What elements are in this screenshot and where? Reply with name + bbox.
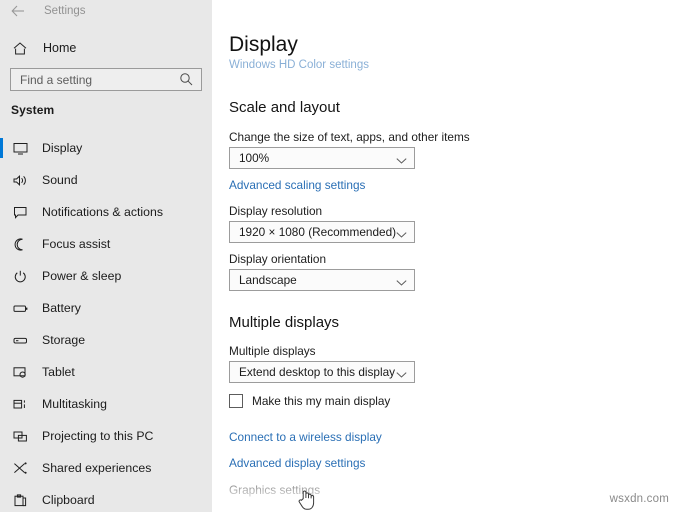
chevron-down-icon [396,152,407,170]
display-resolution-label: Display resolution [229,204,322,218]
display-resolution-value: 1920 × 1080 (Recommended) [239,225,396,239]
sidebar-item-clipboard[interactable]: Clipboard [0,484,212,512]
sidebar-item-display-label: Display [42,141,82,155]
display-orientation-value: Landscape [239,273,297,287]
sidebar-section-label: System [11,103,54,117]
chevron-down-icon [396,366,407,384]
sidebar-item-projecting-label: Projecting to this PC [42,429,153,443]
advanced-scaling-settings-link[interactable]: Advanced scaling settings [229,178,365,192]
sidebar-item-shared-experiences[interactable]: Shared experiences [0,452,212,484]
sidebar-item-display[interactable]: Display [0,132,212,164]
monitor-icon [11,142,29,155]
speaker-icon [11,174,29,187]
back-arrow-icon[interactable] [10,3,26,19]
scroll-fade-top [212,0,680,18]
power-icon [11,270,29,283]
search-input[interactable] [20,73,170,87]
main-content: Display Windows HD Color settings Scale … [212,0,680,512]
battery-icon [11,302,29,315]
sidebar-item-multitasking-label: Multitasking [42,397,107,411]
sidebar-item-multitasking[interactable]: Multitasking [0,388,212,420]
search-box[interactable] [10,68,202,91]
multitasking-icon [11,398,29,411]
sidebar-item-notifications[interactable]: Notifications & actions [0,196,212,228]
display-orientation-label: Display orientation [229,252,326,266]
display-orientation-dropdown[interactable]: Landscape [229,269,415,291]
page-title: Display [229,33,298,57]
tablet-icon [11,366,29,379]
storage-icon [11,334,29,347]
scale-dropdown-value: 100% [239,151,269,165]
advanced-display-settings-link[interactable]: Advanced display settings [229,456,365,470]
multiple-displays-value: Extend desktop to this display [239,365,395,379]
scale-and-layout-heading: Scale and layout [229,99,340,116]
chevron-down-icon [396,274,407,292]
sidebar-item-focus-assist-label: Focus assist [42,237,110,251]
chevron-down-icon [396,226,407,244]
window-title: Settings [44,5,86,17]
sidebar-item-sound-label: Sound [42,173,78,187]
graphics-settings-link[interactable]: Graphics settings [229,483,320,497]
scale-size-label: Change the size of text, apps, and other… [229,130,470,144]
sidebar-item-clipboard-label: Clipboard [42,493,95,507]
sidebar-item-power-sleep-label: Power & sleep [42,269,121,283]
sidebar-item-battery-label: Battery [42,301,81,315]
main-display-checkbox-label: Make this my main display [252,394,390,408]
sidebar-item-battery[interactable]: Battery [0,292,212,324]
share-icon [11,462,29,475]
sidebar-item-storage-label: Storage [42,333,85,347]
sidebar-item-power-sleep[interactable]: Power & sleep [0,260,212,292]
clipboard-icon [11,494,29,507]
sidebar-item-shared-experiences-label: Shared experiences [42,461,151,475]
multiple-displays-heading: Multiple displays [229,314,339,331]
selected-indicator [0,138,3,158]
watermark: wsxdn.com [610,493,669,505]
sidebar-item-focus-assist[interactable]: Focus assist [0,228,212,260]
sidebar-item-tablet-label: Tablet [42,365,75,379]
sidebar-item-storage[interactable]: Storage [0,324,212,356]
sidebar-item-projecting[interactable]: Projecting to this PC [0,420,212,452]
main-display-checkbox[interactable] [229,394,243,408]
sidebar-item-notifications-label: Notifications & actions [42,205,163,219]
search-icon[interactable] [179,72,193,91]
home-icon [12,40,28,56]
multiple-displays-dropdown[interactable]: Extend desktop to this display [229,361,415,383]
projecting-icon [11,430,29,443]
scale-dropdown[interactable]: 100% [229,147,415,169]
display-resolution-dropdown[interactable]: 1920 × 1080 (Recommended) [229,221,415,243]
sidebar: Settings Home System [0,0,212,512]
connect-wireless-display-link[interactable]: Connect to a wireless display [229,430,382,444]
notification-icon [11,206,29,219]
settings-window: Settings Home System [0,0,680,512]
sidebar-item-sound[interactable]: Sound [0,164,212,196]
sidebar-item-home-label: Home [43,41,76,55]
sidebar-item-tablet[interactable]: Tablet [0,356,212,388]
sidebar-item-home[interactable]: Home [0,37,212,59]
main-display-checkbox-row[interactable]: Make this my main display [229,394,390,408]
windows-hd-color-settings-link[interactable]: Windows HD Color settings [229,59,369,71]
title-bar: Settings [0,0,212,22]
sidebar-nav-list: Display Sound [0,132,212,512]
moon-icon [11,238,29,251]
multiple-displays-label: Multiple displays [229,344,316,358]
